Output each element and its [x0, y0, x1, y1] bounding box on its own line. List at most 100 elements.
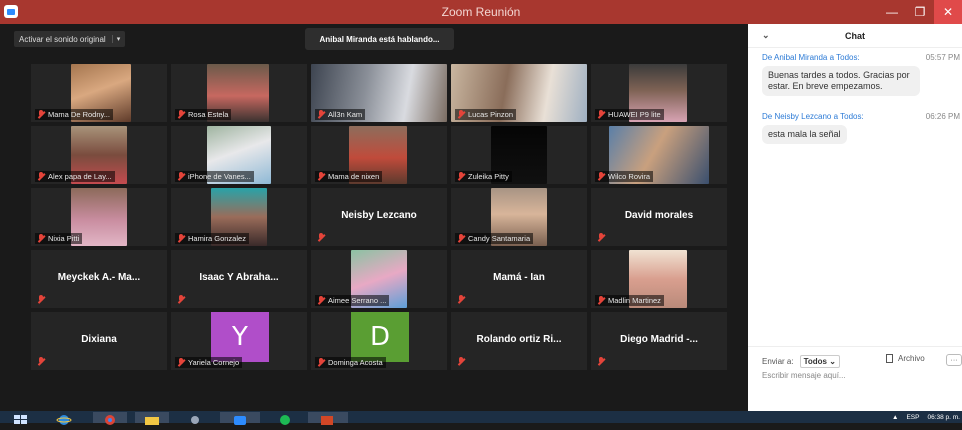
muted-mic-icon — [177, 172, 185, 181]
participant-name: Diego Madrid -... — [620, 334, 698, 345]
participant-tile[interactable]: Mamá - Ian — [451, 250, 587, 308]
participant-tile[interactable]: Neisby Lezcano — [311, 188, 447, 246]
muted-mic-icon — [597, 110, 605, 119]
message-sender: De Anibal Miranda a Todos: — [762, 53, 860, 62]
participant-tile[interactable]: Lucas Pinzon — [451, 64, 587, 122]
message-time: 06:26 PM — [925, 112, 960, 121]
participant-tile[interactable]: Meyckek A.- Ma... — [31, 250, 167, 308]
participant-tile[interactable]: Dixiana — [31, 312, 167, 370]
muted-mic-icon — [37, 295, 45, 304]
muted-mic-icon — [37, 110, 45, 119]
message-time: 05:57 PM — [925, 53, 960, 62]
participant-tile[interactable]: All3n Kam — [311, 64, 447, 122]
participant-tile[interactable]: iPhone de Vanes... — [171, 126, 307, 184]
message-bubble: esta mala la señal — [762, 125, 847, 144]
taskbar-clock[interactable]: 06:38 p. m. — [927, 414, 960, 421]
send-to-label: Enviar a: — [762, 357, 794, 366]
participant-name-label: Zuleika Pitty — [455, 171, 512, 182]
participant-tile[interactable]: Madlin Martinez — [591, 250, 727, 308]
more-options-button[interactable]: ··· — [946, 354, 962, 366]
participant-name: All3n Kam — [328, 110, 363, 119]
participant-name: Mamá - Ian — [493, 272, 545, 283]
muted-mic-icon — [597, 357, 605, 366]
participant-name: Lucas Pinzon — [468, 110, 514, 119]
chat-panel: ⌄ Chat De Anibal Miranda a Todos: 05:57 … — [748, 24, 962, 411]
participant-tile[interactable]: Hamira Gonzalez — [171, 188, 307, 246]
participant-name: Mama de nixen — [328, 172, 380, 181]
gallery-view: Activar el sonido original ▾ Anibal Mira… — [0, 24, 748, 411]
participant-name-label: Dominga Acosta — [315, 357, 386, 368]
unmute-original-sound-button[interactable]: Activar el sonido original ▾ — [14, 31, 126, 47]
participant-name-label: Mama de nixen — [315, 171, 383, 182]
send-to-dropdown[interactable]: Todos ⌄ — [799, 355, 840, 368]
participant-tile[interactable]: HUAWEI P9 lite — [591, 64, 727, 122]
send-to-row: Enviar a: Todos ⌄ — [762, 355, 840, 368]
participant-tile[interactable]: Nixia Pitti — [31, 188, 167, 246]
participant-tile[interactable]: Rolando ortiz Ri... — [451, 312, 587, 370]
muted-mic-icon — [177, 295, 185, 304]
muted-mic-icon — [457, 295, 465, 304]
windows-start-icon[interactable] — [14, 412, 28, 424]
participant-tile[interactable]: Rosa Estela — [171, 64, 307, 122]
muted-mic-icon — [597, 172, 605, 181]
participant-name: Mama De Rodny... — [48, 110, 110, 119]
participant-name: Zuleika Pitty — [468, 172, 509, 181]
participant-name: HUAWEI P9 lite — [608, 110, 661, 119]
windows-taskbar: ▲ ESP 06:38 p. m. — [0, 411, 962, 425]
participant-name-label: Hamira Gonzalez — [175, 233, 249, 244]
settings-icon[interactable] — [178, 412, 212, 424]
participant-tile[interactable]: Wilco Rovira — [591, 126, 727, 184]
zoom-taskbar-icon[interactable] — [220, 412, 260, 425]
powerpoint-icon[interactable] — [308, 412, 348, 425]
chat-header: ⌄ Chat — [748, 24, 962, 48]
maximize-button[interactable]: ❐ — [906, 0, 934, 24]
unmute-label: Activar el sonido original — [19, 34, 106, 44]
participant-tile[interactable]: Diego Madrid -... — [591, 312, 727, 370]
participant-name-label: Nixia Pitti — [35, 233, 83, 244]
participant-tile[interactable]: Zuleika Pitty — [451, 126, 587, 184]
participant-name-label: Lucas Pinzon — [455, 109, 517, 120]
participant-name: Madlin Martinez — [608, 296, 661, 305]
tray-expand-icon[interactable]: ▲ — [892, 414, 898, 421]
muted-mic-icon — [597, 233, 605, 242]
participant-name: Dixiana — [81, 334, 117, 345]
participant-tile[interactable]: Mama De Rodny... — [31, 64, 167, 122]
participant-tile[interactable]: Candy Santamaria — [451, 188, 587, 246]
participant-name-label: Madlin Martinez — [595, 295, 664, 306]
participant-tile[interactable]: Mama de nixen — [311, 126, 447, 184]
chrome-icon[interactable] — [93, 412, 127, 425]
participant-name-label: Alex papa de Lay... — [35, 171, 115, 182]
participant-tile[interactable]: D Dominga Acosta — [311, 312, 447, 370]
spotify-icon[interactable] — [268, 412, 302, 425]
minimize-button[interactable]: — — [878, 0, 906, 24]
collapse-chevron-icon[interactable]: ⌄ — [762, 30, 770, 41]
muted-mic-icon — [317, 233, 325, 242]
muted-mic-icon — [317, 296, 325, 305]
participant-name: Wilco Rovira — [608, 172, 651, 181]
keyboard-language[interactable]: ESP — [906, 414, 919, 421]
muted-mic-icon — [37, 234, 45, 243]
participant-tile[interactable]: Alex papa de Lay... — [31, 126, 167, 184]
muted-mic-icon — [37, 357, 45, 366]
close-button[interactable]: ✕ — [934, 0, 962, 24]
muted-mic-icon — [37, 172, 45, 181]
participant-name-label: Candy Santamaria — [455, 233, 534, 244]
muted-mic-icon — [177, 358, 185, 367]
participant-tile[interactable]: Isaac Y Abraha... — [171, 250, 307, 308]
participant-name: Meyckek A.- Ma... — [57, 272, 141, 283]
chat-message-input[interactable]: Escribir mensaje aquí... — [762, 371, 846, 380]
participant-tile[interactable]: Y Yariela Cornejo — [171, 312, 307, 370]
file-icon — [886, 354, 893, 363]
participant-avatar: Y — [211, 312, 269, 362]
participant-name-label: Rosa Estela — [175, 109, 232, 120]
participant-tile[interactable]: David morales — [591, 188, 727, 246]
file-explorer-icon[interactable] — [135, 412, 169, 425]
chevron-down-icon[interactable]: ▾ — [111, 35, 120, 43]
participant-name: Nixia Pitti — [48, 234, 80, 243]
file-button[interactable]: Archivo — [886, 354, 925, 363]
participant-tile[interactable]: Aimee Serrano ... — [311, 250, 447, 308]
participant-name-label: iPhone de Vanes... — [175, 171, 254, 182]
internet-explorer-icon[interactable] — [56, 412, 72, 425]
participant-avatar: D — [351, 312, 409, 362]
window-title: Zoom Reunión — [441, 5, 521, 19]
